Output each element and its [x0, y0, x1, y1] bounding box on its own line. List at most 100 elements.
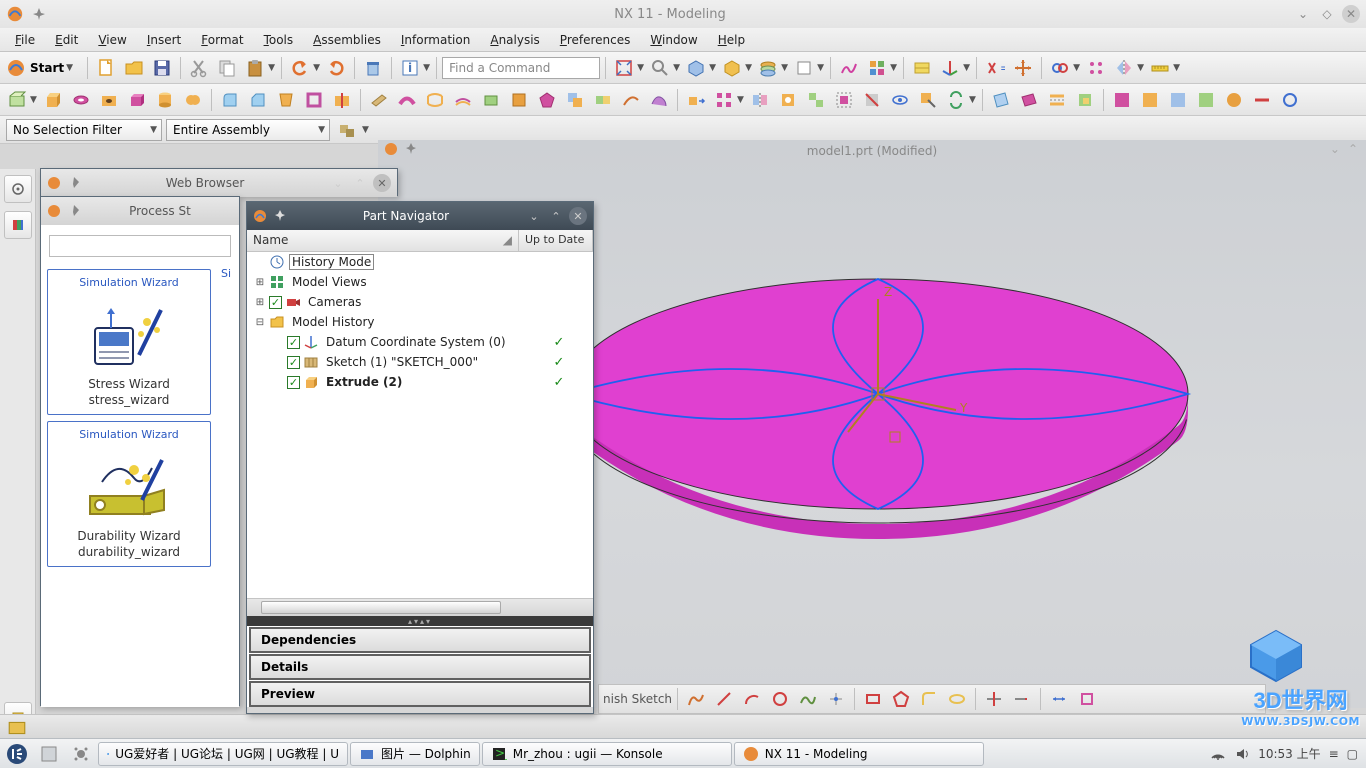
menu-tools[interactable]: Tools: [255, 30, 303, 50]
finish-sketch-label[interactable]: nish Sketch: [603, 692, 672, 706]
properties-icon[interactable]: i: [397, 55, 423, 81]
checkbox[interactable]: ✓: [287, 356, 300, 369]
sheet-icon[interactable]: [988, 87, 1014, 113]
measure-icon[interactable]: [1147, 55, 1173, 81]
menu-analysis[interactable]: Analysis: [481, 30, 548, 50]
move-object-icon[interactable]: [683, 87, 709, 113]
menu-insert[interactable]: Insert: [138, 30, 190, 50]
move-icon[interactable]: [1010, 55, 1036, 81]
tree-item-sketch[interactable]: ✓ Sketch (1) "SKETCH_000" ✓: [247, 352, 593, 372]
collapse-icon[interactable]: ⌄: [525, 207, 543, 225]
expander-icon[interactable]: ⊞: [251, 273, 269, 291]
task-browser[interactable]: UG爱好者 | UG论坛 | UG网 | UG教程 | U: [98, 742, 348, 766]
gfx-maximize-icon[interactable]: ⌃: [1348, 142, 1358, 156]
studio-surface-icon[interactable]: [646, 87, 672, 113]
pin-icon[interactable]: [273, 209, 287, 223]
copy-icon[interactable]: [214, 55, 240, 81]
show-desktop-icon[interactable]: [34, 741, 64, 767]
part-tab-icon[interactable]: [6, 717, 28, 737]
render-style-icon[interactable]: [683, 55, 709, 81]
command-search-input[interactable]: Find a Command: [442, 57, 600, 79]
start-button[interactable]: Start ▼: [4, 55, 82, 81]
checkbox[interactable]: ✓: [287, 376, 300, 389]
clip-icon[interactable]: [791, 55, 817, 81]
settings-icon[interactable]: [4, 175, 32, 203]
expression-icon[interactable]: =: [982, 55, 1008, 81]
clock[interactable]: 10:53 上午: [1258, 745, 1320, 762]
circle-icon[interactable]: [767, 686, 793, 712]
rectangle-icon[interactable]: [860, 686, 886, 712]
undo-icon[interactable]: [287, 55, 313, 81]
sew-icon[interactable]: [1044, 87, 1070, 113]
through-curves-icon[interactable]: [422, 87, 448, 113]
menu-preferences[interactable]: Preferences: [551, 30, 640, 50]
network-icon[interactable]: [1210, 746, 1226, 762]
pattern-icon[interactable]: [1083, 55, 1109, 81]
show-hide-icon[interactable]: [887, 87, 913, 113]
menu-edit[interactable]: Edit: [46, 30, 87, 50]
tree-item-history-mode[interactable]: History Mode: [247, 252, 593, 272]
delete-icon[interactable]: [360, 55, 386, 81]
sketch-icon[interactable]: [4, 87, 30, 113]
resize-handle[interactable]: ▴▾▴▾: [247, 616, 593, 626]
checkbox[interactable]: ✓: [269, 296, 282, 309]
suppress-icon[interactable]: [859, 87, 885, 113]
wizard-card[interactable]: Simulation Wizard Durability Wizarddurab…: [47, 421, 211, 567]
trim-icon[interactable]: [329, 87, 355, 113]
horizontal-scrollbar[interactable]: [247, 598, 593, 616]
patch-icon[interactable]: [1072, 87, 1098, 113]
expander-icon[interactable]: ⊟: [251, 313, 269, 331]
law-ext-icon[interactable]: [618, 87, 644, 113]
constraint-icon[interactable]: [1074, 686, 1100, 712]
preview-section[interactable]: Preview: [249, 681, 591, 707]
edge-blend-icon[interactable]: [217, 87, 243, 113]
close-icon[interactable]: ✕: [569, 207, 587, 225]
wave-icon[interactable]: [909, 55, 935, 81]
expand-icon[interactable]: ⌃: [351, 174, 369, 192]
n-sided-icon[interactable]: [534, 87, 560, 113]
instance-icon[interactable]: [803, 87, 829, 113]
shell-icon[interactable]: [301, 87, 327, 113]
line-icon[interactable]: [711, 686, 737, 712]
arc-icon[interactable]: [739, 686, 765, 712]
activities-icon[interactable]: [66, 741, 96, 767]
zoom-icon[interactable]: [647, 55, 673, 81]
menu-assemblies[interactable]: Assemblies: [304, 30, 390, 50]
redo-icon[interactable]: [323, 55, 349, 81]
more7-icon[interactable]: [1277, 87, 1303, 113]
profile-icon[interactable]: [683, 686, 709, 712]
collapse-icon[interactable]: ⌄: [329, 174, 347, 192]
more1-icon[interactable]: [1109, 87, 1135, 113]
tree-item-extrude[interactable]: ✓ Extrude (2) ✓: [247, 372, 593, 392]
orient-view-icon[interactable]: [719, 55, 745, 81]
menu-view[interactable]: View: [89, 30, 135, 50]
show-hidden-icon[interactable]: ▢: [1347, 747, 1358, 761]
wave-link-icon[interactable]: [1047, 55, 1073, 81]
quick-view-icon[interactable]: [864, 55, 890, 81]
roles-icon[interactable]: [4, 211, 32, 239]
pin-icon[interactable]: [32, 7, 46, 21]
mirror-feature-icon[interactable]: [747, 87, 773, 113]
menu-information[interactable]: Information: [392, 30, 479, 50]
dependencies-section[interactable]: Dependencies: [249, 627, 591, 653]
edit-feature-icon[interactable]: [915, 87, 941, 113]
selection-filter-combo[interactable]: No Selection Filter▼: [6, 119, 162, 141]
block-icon[interactable]: [124, 87, 150, 113]
replace-icon[interactable]: [943, 87, 969, 113]
layer-icon[interactable]: [755, 55, 781, 81]
thicken-icon[interactable]: [1016, 87, 1042, 113]
tree-item-cameras[interactable]: ⊞ ✓ Cameras: [247, 292, 593, 312]
sweep-icon[interactable]: [394, 87, 420, 113]
open-file-icon[interactable]: [121, 55, 147, 81]
offset-surface-icon[interactable]: [450, 87, 476, 113]
datum-plane-icon[interactable]: [366, 87, 392, 113]
address-input[interactable]: [49, 235, 231, 257]
draft-icon[interactable]: [273, 87, 299, 113]
close-button[interactable]: ✕: [1342, 5, 1360, 23]
close-icon[interactable]: ✕: [373, 174, 391, 192]
menu-icon[interactable]: ≡: [1329, 747, 1339, 761]
menu-window[interactable]: Window: [641, 30, 706, 50]
point-icon[interactable]: [823, 686, 849, 712]
fit-view-icon[interactable]: [611, 55, 637, 81]
more3-icon[interactable]: [1165, 87, 1191, 113]
